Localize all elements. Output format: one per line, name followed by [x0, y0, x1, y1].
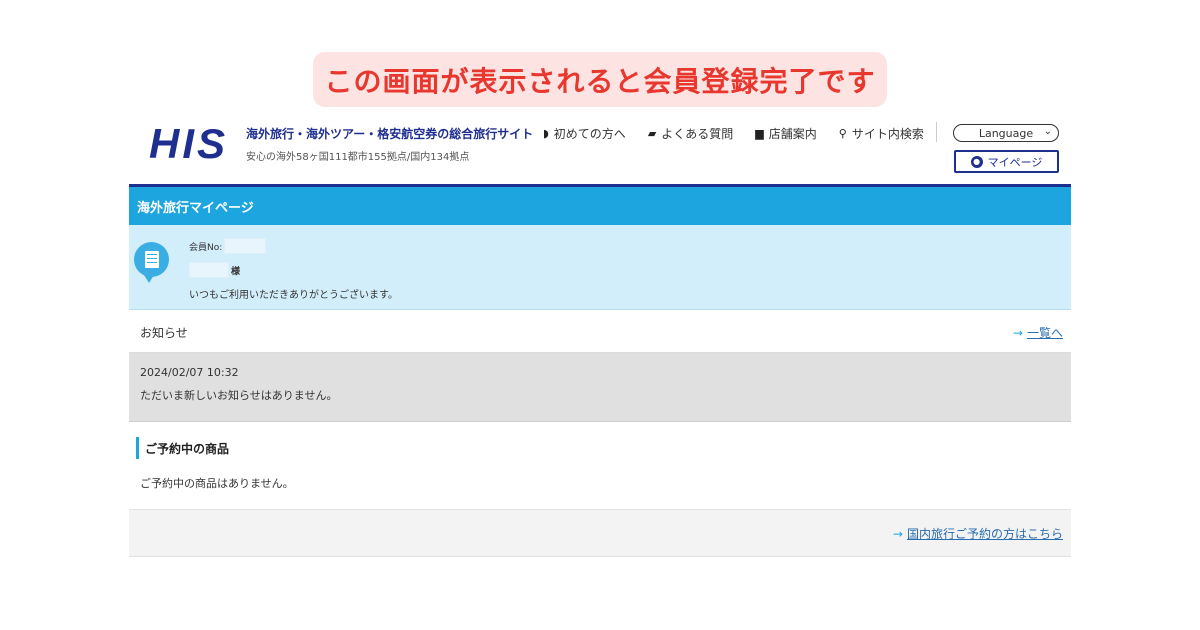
language-select-label: Language	[978, 126, 1034, 140]
member-name-redacted	[189, 262, 229, 278]
store-icon: ▆	[755, 127, 764, 140]
language-select[interactable]: Language ⌄	[953, 124, 1059, 142]
search-icon: ⚲	[838, 127, 847, 140]
news-item: 2024/02/07 10:32 ただいま新しいお知らせはありません。	[129, 353, 1071, 422]
member-greeting: いつもご利用いただきありがとうございます。	[189, 290, 398, 301]
user-icon: ●	[970, 155, 983, 168]
nav-faq[interactable]: ▰ よくある質問	[648, 125, 733, 142]
mypage-frame: HIS 海外旅行・海外ツアー・格安航空券の総合旅行サイト 安心の海外58ヶ国11…	[129, 116, 1071, 557]
arrow-right-icon: →	[1012, 326, 1023, 340]
site-tagline: 海外旅行・海外ツアー・格安航空券の総合旅行サイト 安心の海外58ヶ国111都市1…	[246, 125, 533, 163]
member-number-redacted	[224, 238, 267, 254]
document-icon	[134, 242, 169, 283]
his-logo[interactable]: HIS	[149, 123, 228, 165]
header-nav: ◗ 初めての方へ ▰ よくある質問 ▆ 店舗案内 ⚲ サイト内検索	[543, 125, 946, 142]
chat-bubble-icon: ▰	[647, 127, 657, 140]
site-header: HIS 海外旅行・海外ツアー・格安航空券の総合旅行サイト 安心の海外58ヶ国11…	[129, 116, 1071, 184]
reservation-section: ご予約中の商品 ご予約中の商品はありません。	[129, 422, 1071, 509]
member-number-label: 会員No:	[189, 242, 223, 253]
member-honorific: 様	[231, 266, 241, 277]
mypage-title: 海外旅行マイページ	[129, 187, 1071, 225]
news-section: お知らせ → 一覧へ 2024/02/07 10:32 ただいま新しいお知らせはあ…	[129, 310, 1071, 422]
domestic-footer: → 国内旅行ご予約の方はこちら	[129, 509, 1071, 557]
tagline-sub: 安心の海外58ヶ国111都市155拠点/国内134拠点	[246, 152, 470, 163]
beginner-mark-icon: ◗	[543, 127, 549, 140]
nav-site-search[interactable]: ⚲ サイト内検索	[839, 125, 924, 142]
news-list-link[interactable]: → 一覧へ	[1013, 324, 1063, 341]
nav-stores[interactable]: ▆ 店舗案内	[755, 125, 816, 142]
arrow-right-icon: →	[892, 527, 903, 541]
member-name: 様	[189, 262, 240, 278]
tagline-main: 海外旅行・海外ツアー・格安航空券の総合旅行サイト	[246, 127, 534, 141]
reservation-message: ご予約中の商品はありません。	[140, 477, 294, 490]
news-label: お知らせ	[140, 326, 188, 340]
mypage-button-label: マイページ	[987, 155, 1043, 169]
header-divider	[936, 122, 937, 142]
nav-beginners[interactable]: ◗ 初めての方へ	[543, 125, 626, 142]
mypage-button[interactable]: ● マイページ	[954, 150, 1059, 173]
news-header: お知らせ → 一覧へ	[129, 310, 1071, 353]
news-list-link-label: 一覧へ	[1026, 326, 1063, 340]
member-info: 会員No: 様 いつもご利用いただきありがとうございます。	[129, 225, 1071, 310]
completion-banner: この画面が表示されると会員登録完了です	[313, 52, 887, 107]
reservation-heading: ご予約中の商品	[136, 437, 229, 459]
chevron-down-icon: ⌄	[1043, 126, 1052, 137]
domestic-reservation-link[interactable]: → 国内旅行ご予約の方はこちら	[893, 525, 1063, 542]
nav-faq-label: よくある質問	[661, 127, 734, 141]
member-number: 会員No:	[189, 238, 267, 254]
domestic-reservation-link-label: 国内旅行ご予約の方はこちら	[906, 527, 1063, 541]
nav-stores-label: 店舗案内	[768, 127, 817, 141]
news-date: 2024/02/07 10:32	[140, 366, 239, 379]
news-message: ただいま新しいお知らせはありません。	[140, 389, 338, 402]
nav-site-search-label: サイト内検索	[851, 127, 924, 141]
nav-beginners-label: 初めての方へ	[553, 127, 626, 141]
